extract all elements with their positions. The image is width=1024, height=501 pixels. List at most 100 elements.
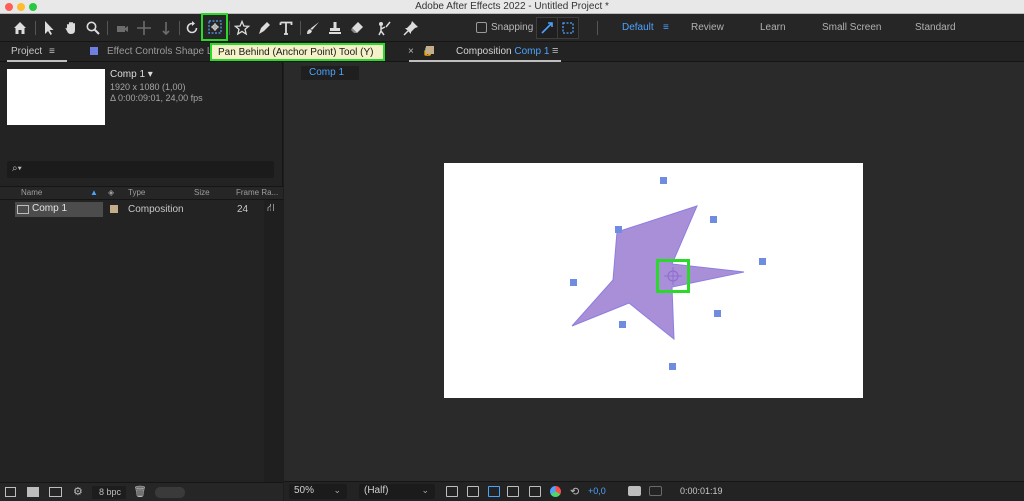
new-composition-icon[interactable] (49, 487, 62, 497)
project-item-type: Composition (128, 204, 184, 215)
column-frame-rate[interactable]: Frame Ra... (236, 188, 278, 197)
tools-toolbar: Snapping Default ≡ Review Learn Small Sc… (0, 13, 1024, 42)
project-column-header: Name ▲ ◈ Type Size Frame Ra... (0, 186, 283, 200)
roto-brush-tool-icon[interactable] (373, 17, 395, 39)
workspace-learn[interactable]: Learn (760, 22, 786, 33)
comp-label-swatch (426, 46, 434, 54)
workspace-menu-icon[interactable]: ≡ (663, 22, 669, 33)
panel-menu-icon[interactable]: ≡ (552, 45, 558, 57)
column-name[interactable]: Name (21, 188, 42, 197)
rotation-tool-icon[interactable] (181, 17, 203, 39)
selection-tool-icon[interactable] (38, 17, 60, 39)
composition-panel-tabs: × 🔒 Composition Comp 1 ≡ (284, 42, 1024, 62)
snapshot-icon[interactable] (628, 486, 641, 496)
transparency-grid-icon[interactable] (467, 486, 479, 497)
composition-canvas[interactable] (444, 163, 863, 398)
resolution-dropdown[interactable]: (Half) ⌄ (359, 484, 435, 499)
clone-stamp-tool-icon[interactable] (324, 17, 346, 39)
composition-icon (17, 205, 29, 214)
dolly-camera-icon[interactable] (155, 17, 177, 39)
snap-option-icon[interactable] (536, 17, 558, 39)
project-panel: Project ≡ Effect Controls Shape La Comp … (0, 42, 283, 501)
sort-ascending-icon[interactable]: ▲ (90, 188, 98, 197)
column-size[interactable]: Size (194, 188, 210, 197)
snap-target-icon[interactable] (557, 17, 579, 39)
composition-panel: × 🔒 Composition Comp 1 ≡ Comp 1 50%⌄ (Ha… (284, 42, 1024, 501)
anchor-point-icon[interactable] (659, 262, 687, 290)
channels-icon[interactable] (550, 486, 561, 497)
thumbnail-size-slider[interactable] (155, 487, 185, 498)
active-tab-indicator (409, 60, 561, 62)
snapping-checkbox[interactable] (476, 22, 487, 33)
current-time[interactable]: 0:00:01:19 (680, 486, 723, 496)
project-item-row[interactable]: Comp 1 Composition 24 (0, 201, 283, 218)
pen-tool-icon[interactable] (253, 17, 275, 39)
transform-handle[interactable] (619, 321, 626, 328)
project-search-input[interactable]: ⌕▾ (7, 161, 274, 178)
home-icon[interactable] (9, 17, 31, 39)
interpret-footage-icon[interactable] (5, 487, 16, 497)
project-scrollbar[interactable]: ⛙ (264, 200, 283, 482)
zoom-tool-icon[interactable] (82, 17, 104, 39)
panel-menu-icon[interactable]: ≡ (49, 46, 55, 57)
comp-info-duration: Δ 0:00:09:01, 24,00 fps (110, 93, 203, 103)
transform-handle[interactable] (710, 216, 717, 223)
tab-effect-controls[interactable]: Effect Controls Shape La (107, 46, 218, 57)
label-color-swatch[interactable] (110, 205, 118, 213)
transform-handle[interactable] (660, 177, 667, 184)
transform-handle[interactable] (669, 363, 676, 370)
trash-icon[interactable]: 🗑 (133, 485, 147, 498)
flowchart-icon[interactable]: ⛙ (267, 202, 275, 216)
new-folder-icon[interactable] (27, 487, 39, 497)
exposure-reset-icon[interactable]: ⟲ (570, 485, 579, 498)
project-settings-icon[interactable]: ⚙ (73, 485, 83, 498)
tab-composition[interactable]: Composition Comp 1 (456, 46, 549, 57)
type-tool-icon[interactable] (275, 17, 297, 39)
project-item-frame-rate: 24 (237, 204, 249, 215)
exposure-value[interactable]: +0,0 (588, 486, 606, 496)
star-shape-tool-icon[interactable] (231, 17, 253, 39)
comp-thumbnail (7, 69, 105, 125)
eraser-tool-icon[interactable] (346, 17, 368, 39)
close-tab-icon[interactable]: × (408, 46, 414, 57)
grid-guides-icon[interactable] (529, 486, 541, 497)
search-icon: ⌕▾ (12, 163, 22, 174)
workspace-small-screen[interactable]: Small Screen (822, 22, 881, 33)
tab-project[interactable]: Project (11, 46, 42, 57)
label-column-icon[interactable]: ◈ (108, 188, 114, 197)
transform-handle[interactable] (759, 258, 766, 265)
hand-tool-icon[interactable] (60, 17, 82, 39)
composition-footer: 50% ⌄ (Half) ⌄ ⟲ +0,0 0:00:01:19 (284, 481, 1024, 501)
zoom-dropdown[interactable]: 50% ⌄ (289, 484, 347, 499)
pan-behind-tool-icon[interactable] (201, 13, 228, 41)
workspace-standard[interactable]: Standard (915, 22, 956, 33)
comp-info-dimensions: 1920 x 1080 (1,00) (110, 82, 186, 92)
puppet-pin-tool-icon[interactable] (400, 17, 422, 39)
mask-visibility-icon[interactable] (507, 486, 519, 497)
pan-camera-icon[interactable] (133, 17, 155, 39)
anchor-point-highlight (656, 259, 690, 293)
transform-handle[interactable] (570, 279, 577, 286)
shape-layer-star[interactable] (444, 163, 863, 398)
show-snapshot-icon[interactable] (649, 486, 662, 496)
column-type[interactable]: Type (128, 188, 145, 197)
comp-info-name[interactable]: Comp 1 ▾ (110, 69, 153, 80)
active-tab-indicator (7, 60, 67, 62)
project-footer: ⚙ 8 bpc 🗑 (0, 482, 283, 501)
fast-previews-icon[interactable] (446, 486, 458, 497)
comp-breadcrumb[interactable]: Comp 1 (301, 66, 359, 80)
transform-handle[interactable] (714, 310, 721, 317)
effect-controls-color-icon (90, 47, 98, 55)
region-of-interest-icon[interactable] (488, 486, 500, 497)
orbit-camera-icon[interactable] (111, 17, 133, 39)
transform-handle[interactable] (615, 226, 622, 233)
title-bar: Adobe After Effects 2022 - Untitled Proj… (0, 0, 1024, 14)
window-title: Adobe After Effects 2022 - Untitled Proj… (415, 1, 609, 12)
brush-tool-icon[interactable] (302, 17, 324, 39)
workspace-review[interactable]: Review (691, 22, 724, 33)
tool-tooltip: Pan Behind (Anchor Point) Tool (Y) (210, 43, 385, 61)
snapping-label: Snapping (491, 22, 534, 33)
bit-depth-button[interactable]: 8 bpc (92, 486, 126, 499)
project-item-name[interactable]: Comp 1 (15, 202, 103, 217)
workspace-default[interactable]: Default (622, 22, 654, 33)
